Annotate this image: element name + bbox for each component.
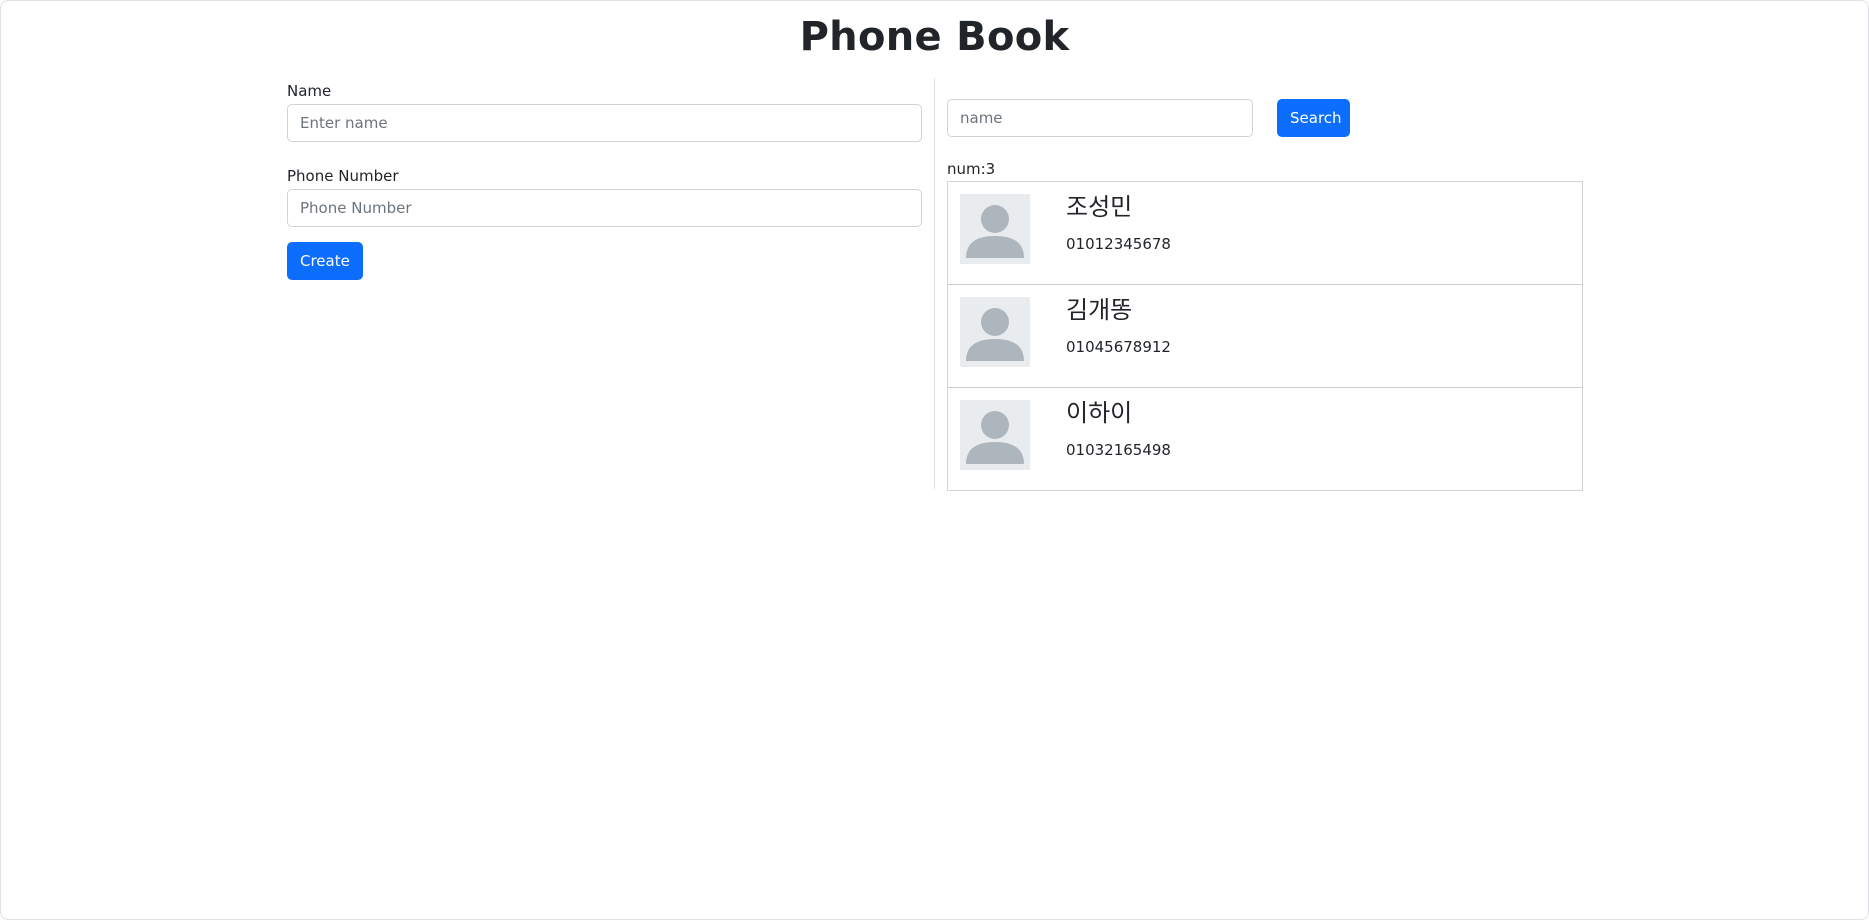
contact-phone: 01012345678 [1066,235,1171,253]
search-button[interactable]: Search [1277,99,1350,137]
phone-number-input[interactable] [287,189,922,227]
contact-name: 김개똥 [1066,296,1133,324]
contact-phone: 01045678912 [1066,338,1171,356]
contact-name: 이하이 [1066,399,1133,427]
contact-list-item[interactable]: 김개똥 01045678912 [948,285,1582,388]
contact-list-item[interactable]: 조성민 01012345678 [948,182,1582,285]
contact-phone: 01032165498 [1066,441,1171,459]
search-input[interactable] [947,99,1253,137]
name-label: Name [287,82,332,100]
page-title: Phone Book [799,14,1070,60]
create-contact-form: Name Phone Number Create [287,80,922,280]
contact-count: num:3 [947,160,996,178]
create-button[interactable]: Create [287,242,363,280]
column-divider [934,78,935,489]
person-icon [960,400,1030,470]
person-icon [960,297,1030,367]
name-input[interactable] [287,104,922,142]
contact-name: 조성민 [1066,193,1133,221]
phone-number-label: Phone Number [287,167,399,185]
contact-list: 조성민 01012345678 김개똥 01045678912 이하이 0103… [947,181,1583,491]
contact-list-item[interactable]: 이하이 01032165498 [948,388,1582,490]
person-icon [960,194,1030,264]
